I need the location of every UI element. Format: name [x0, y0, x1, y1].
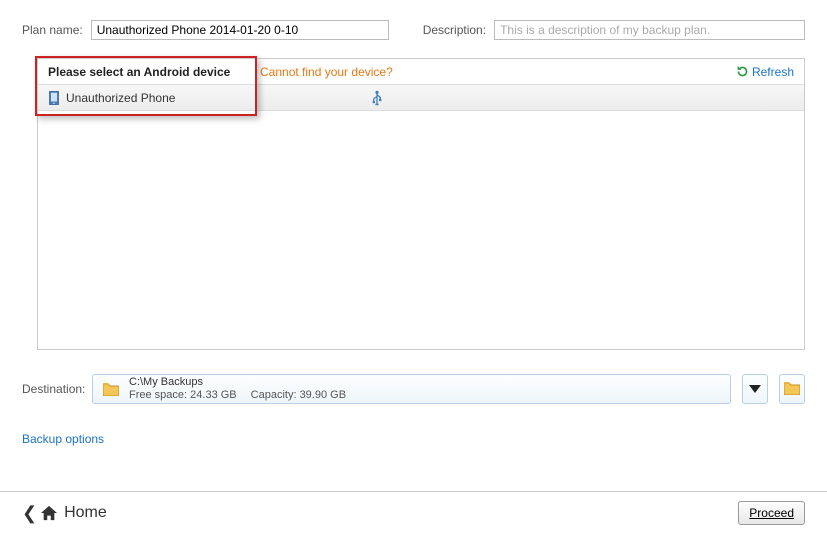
top-form-row: Plan name: Description:: [22, 20, 805, 40]
destination-free-space: Free space: 24.33 GB: [129, 389, 237, 402]
destination-label: Destination:: [22, 382, 84, 396]
description-label: Description:: [423, 23, 486, 37]
folder-icon: [103, 382, 119, 396]
device-name: Unauthorized Phone: [66, 91, 175, 105]
device-panel-header: Please select an Android device Cannot f…: [38, 59, 804, 85]
destination-path: C:\My Backups: [129, 376, 346, 389]
footer-bar: ❮ Home Proceed: [0, 491, 827, 533]
home-icon[interactable]: [40, 505, 58, 521]
refresh-button[interactable]: Refresh: [736, 65, 804, 79]
destination-dropdown-button[interactable]: [742, 374, 768, 404]
destination-info: C:\My Backups Free space: 24.33 GB Capac…: [129, 376, 346, 402]
plan-name-label: Plan name:: [22, 23, 83, 37]
plan-name-input[interactable]: [91, 20, 389, 40]
back-button[interactable]: ❮: [22, 504, 37, 522]
refresh-label: Refresh: [752, 65, 794, 79]
destination-bar[interactable]: C:\My Backups Free space: 24.33 GB Capac…: [92, 374, 731, 404]
chevron-down-icon: [749, 385, 761, 393]
folder-icon: [784, 381, 800, 398]
backup-options-link[interactable]: Backup options: [22, 432, 805, 446]
phone-icon: [48, 91, 60, 105]
destination-browse-button[interactable]: [779, 374, 805, 404]
destination-capacity: Capacity: 39.90 GB: [251, 389, 346, 402]
device-row[interactable]: Unauthorized Phone: [38, 85, 804, 111]
destination-row: Destination: C:\My Backups Free space: 2…: [22, 374, 805, 404]
description-input[interactable]: [494, 20, 805, 40]
cannot-find-device-link[interactable]: Cannot find your device?: [260, 65, 736, 79]
usb-icon: [370, 90, 384, 106]
device-header-prompt: Please select an Android device: [38, 65, 260, 79]
home-label: Home: [64, 504, 107, 522]
device-selection-panel: Please select an Android device Cannot f…: [37, 58, 805, 350]
refresh-icon: [736, 65, 749, 78]
proceed-button[interactable]: Proceed: [738, 501, 805, 525]
